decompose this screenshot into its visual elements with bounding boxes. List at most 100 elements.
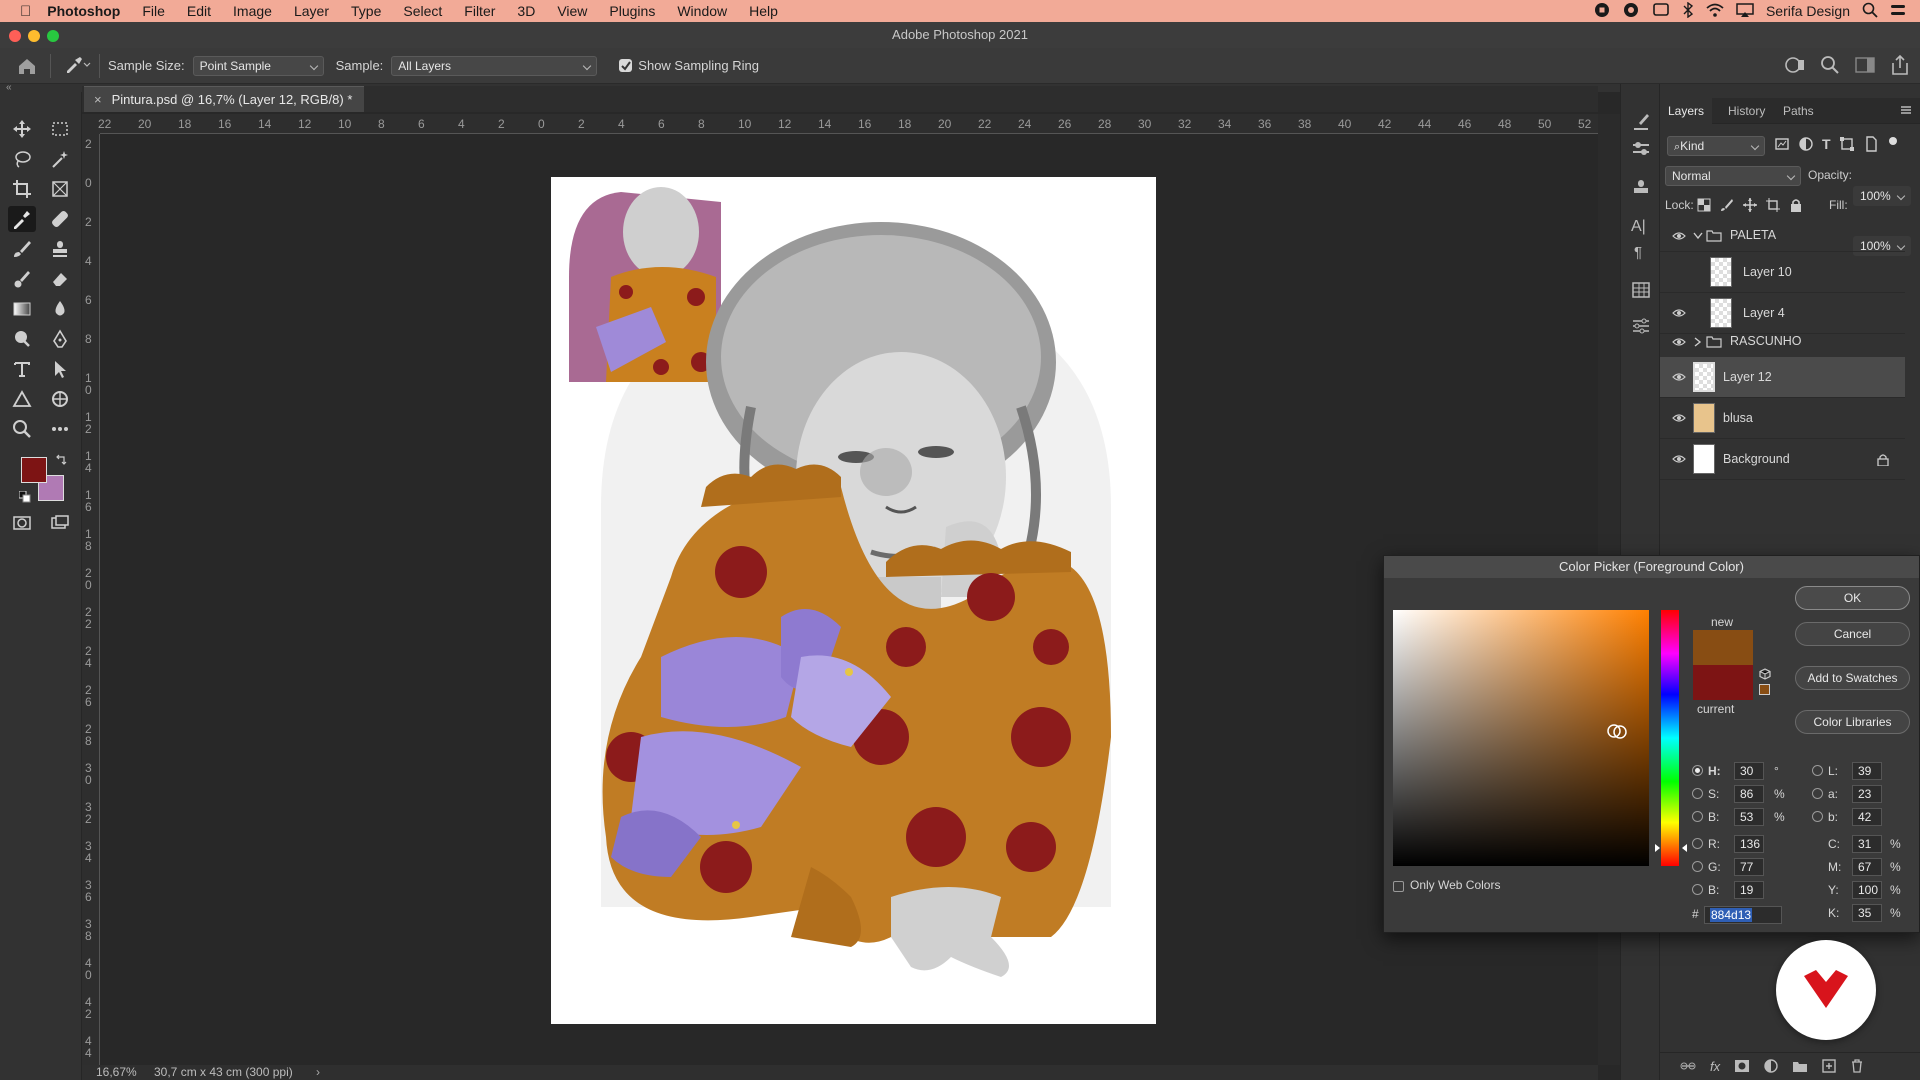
tab-history[interactable]: History xyxy=(1728,98,1765,124)
workspace-icon[interactable] xyxy=(1854,55,1876,78)
zoom-tool-icon[interactable] xyxy=(8,416,36,442)
type-tool-icon[interactable] xyxy=(8,356,36,382)
eyedropper-preset-icon[interactable] xyxy=(63,54,91,77)
creative-cloud-icon[interactable] xyxy=(1622,2,1640,21)
menu-help[interactable]: Help xyxy=(738,3,789,19)
layer-row-background[interactable]: Background xyxy=(1660,439,1905,480)
brightness-radio[interactable] xyxy=(1692,811,1703,822)
menu-type[interactable]: Type xyxy=(340,3,392,19)
crop-tool-icon[interactable] xyxy=(8,176,36,202)
web-safe-swatch-icon[interactable] xyxy=(1759,684,1770,695)
tab-layers[interactable]: Layers xyxy=(1660,98,1713,124)
airplay-icon[interactable] xyxy=(1736,2,1754,21)
visibility-eye-icon[interactable] xyxy=(1672,413,1686,423)
clone-source-icon[interactable] xyxy=(1631,178,1651,201)
blur-tool-icon[interactable] xyxy=(46,296,74,322)
clone-stamp-tool-icon[interactable] xyxy=(46,236,74,262)
current-color-swatch[interactable] xyxy=(1693,665,1753,700)
quick-mask-icon[interactable] xyxy=(8,510,36,536)
swap-colors-icon[interactable] xyxy=(55,454,67,469)
b-channel-radio[interactable] xyxy=(1812,811,1823,822)
paragraph-icon[interactable]: ¶ xyxy=(1634,244,1642,261)
opacity-field[interactable]: 100% xyxy=(1853,186,1911,206)
show-sampling-ring-checkbox[interactable] xyxy=(619,59,633,72)
table-panel-icon[interactable] xyxy=(1631,280,1651,303)
brush-settings-icon[interactable] xyxy=(1631,112,1651,135)
blue-radio[interactable] xyxy=(1692,884,1703,895)
eraser-tool-icon[interactable] xyxy=(46,266,74,292)
red-field[interactable]: 136 xyxy=(1734,835,1764,853)
menu-window[interactable]: Window xyxy=(666,3,738,19)
visibility-off-icon[interactable] xyxy=(1672,265,1686,279)
move-tool-icon[interactable] xyxy=(8,116,36,142)
apple-icon[interactable]:  xyxy=(0,3,39,20)
pixel-filter-icon[interactable] xyxy=(1774,136,1790,155)
hue-field[interactable]: 30 xyxy=(1734,762,1764,780)
frame-tool-icon[interactable] xyxy=(46,176,74,202)
new-adjustment-icon[interactable] xyxy=(1764,1059,1778,1076)
a-channel-radio[interactable] xyxy=(1812,788,1823,799)
wifi-icon[interactable] xyxy=(1706,2,1724,21)
share-learn-icon[interactable] xyxy=(1784,54,1806,79)
visibility-eye-icon[interactable] xyxy=(1672,337,1686,347)
magic-wand-tool-icon[interactable] xyxy=(46,146,74,172)
smart-object-filter-icon[interactable] xyxy=(1863,136,1879,155)
history-brush-tool-icon[interactable] xyxy=(8,266,36,292)
yellow-field[interactable]: 100 xyxy=(1852,881,1882,899)
dodge-tool-icon[interactable] xyxy=(8,326,36,352)
menu-edit[interactable]: Edit xyxy=(176,3,222,19)
lightness-radio[interactable] xyxy=(1812,765,1823,776)
fx-icon[interactable]: fx xyxy=(1710,1059,1720,1076)
record-icon[interactable] xyxy=(1594,2,1610,21)
new-group-icon[interactable] xyxy=(1792,1059,1808,1076)
hue-radio[interactable] xyxy=(1692,765,1703,776)
visibility-eye-icon[interactable] xyxy=(1672,308,1686,318)
lock-image-icon[interactable] xyxy=(1720,198,1734,215)
close-tab-icon[interactable]: × xyxy=(94,92,102,107)
menu-layer[interactable]: Layer xyxy=(283,3,340,19)
share-icon[interactable] xyxy=(1890,54,1910,79)
shape-filter-icon[interactable] xyxy=(1839,136,1855,155)
a-channel-field[interactable]: 23 xyxy=(1852,785,1882,803)
cyan-field[interactable]: 31 xyxy=(1852,835,1882,853)
lock-transparent-icon[interactable] xyxy=(1697,198,1711,215)
spotlight-search-icon[interactable] xyxy=(1862,2,1878,21)
menu-3d[interactable]: 3D xyxy=(506,3,546,19)
adjustment-filter-icon[interactable] xyxy=(1798,136,1814,155)
visibility-eye-icon[interactable] xyxy=(1672,231,1686,241)
search-icon[interactable] xyxy=(1820,55,1840,78)
cancel-button[interactable]: Cancel xyxy=(1795,622,1910,646)
new-layer-icon[interactable] xyxy=(1822,1059,1836,1076)
menu-select[interactable]: Select xyxy=(392,3,453,19)
zoom-window-button[interactable] xyxy=(47,30,59,42)
path-selection-tool-icon[interactable] xyxy=(46,356,74,382)
out-of-gamut-cube-icon[interactable] xyxy=(1759,668,1771,680)
layer-filter-select[interactable]: ⌕Kind xyxy=(1667,136,1765,156)
green-radio[interactable] xyxy=(1692,861,1703,872)
shape-tool-icon[interactable] xyxy=(8,386,36,412)
add-mask-icon[interactable] xyxy=(1734,1059,1750,1076)
only-web-colors-checkbox[interactable] xyxy=(1393,881,1404,892)
hue-slider[interactable] xyxy=(1661,610,1679,866)
lock-all-icon[interactable] xyxy=(1789,198,1803,215)
hue-slider-handle-icon[interactable] xyxy=(1654,843,1688,853)
horizontal-ruler[interactable]: 22 20 18 16 14 12 10 8 6 4 2 0 2 4 6 8 10 12 14 16 18 20 22 24 2… xyxy=(98,114,1598,134)
sample-size-select[interactable]: Point Sample xyxy=(192,55,324,76)
black-field[interactable]: 35 xyxy=(1852,904,1882,922)
group-expand-icon[interactable] xyxy=(1693,232,1703,240)
color-libraries-button[interactable]: Color Libraries xyxy=(1795,710,1910,734)
default-colors-icon[interactable] xyxy=(18,490,31,506)
magenta-field[interactable]: 67 xyxy=(1852,858,1882,876)
character-icon[interactable]: A| xyxy=(1631,218,1646,236)
lasso-tool-icon[interactable] xyxy=(8,146,36,172)
green-field[interactable]: 77 xyxy=(1734,858,1764,876)
filter-toggle-icon[interactable] xyxy=(1887,136,1899,155)
close-window-button[interactable] xyxy=(9,30,21,42)
lock-position-icon[interactable] xyxy=(1743,198,1757,215)
screen-mode-icon[interactable] xyxy=(46,510,74,536)
tab-paths[interactable]: Paths xyxy=(1783,98,1814,124)
menu-filter[interactable]: Filter xyxy=(453,3,506,19)
panel-menu-icon[interactable] xyxy=(1900,104,1912,119)
minimize-window-button[interactable] xyxy=(28,30,40,42)
layer-group-rascunho[interactable]: RASCUNHO xyxy=(1660,326,1905,358)
